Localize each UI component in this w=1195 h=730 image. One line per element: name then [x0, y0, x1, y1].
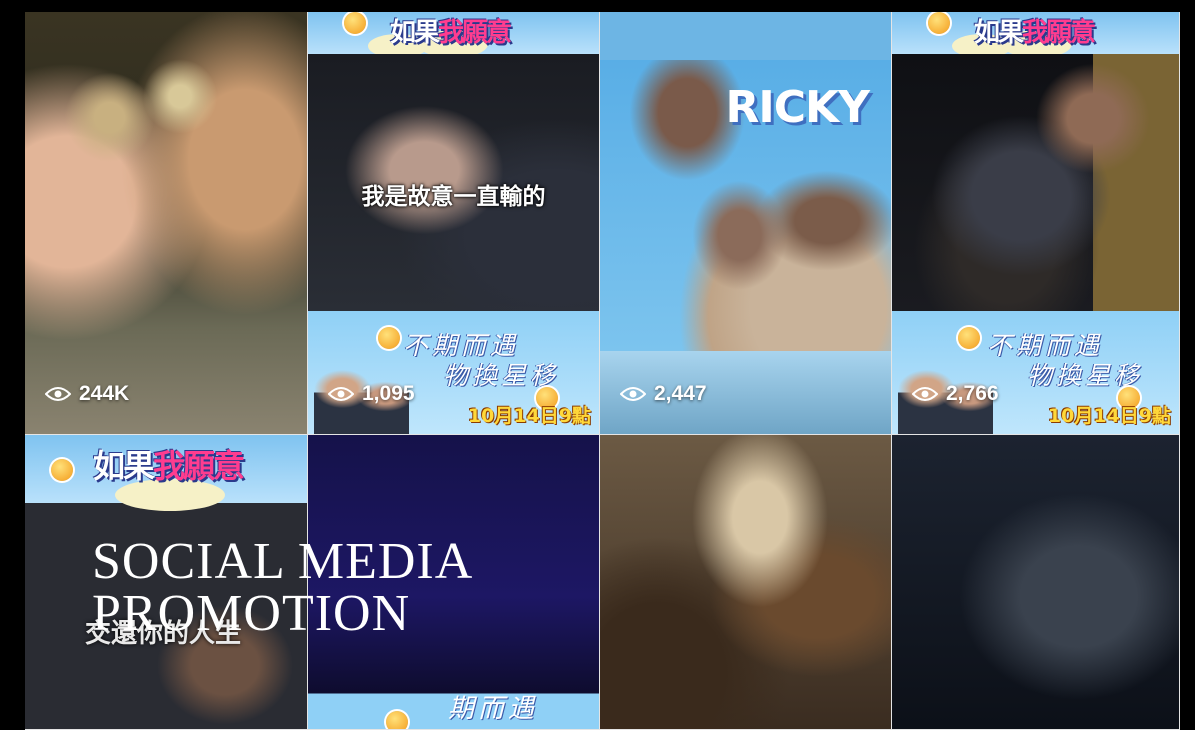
- show-banner: 如果我願意: [25, 435, 307, 511]
- video-tile-8[interactable]: [892, 435, 1180, 730]
- video-tile-7[interactable]: [600, 435, 892, 730]
- promo-title: 不期而遇 物換星移: [403, 331, 560, 390]
- dragon-ball-icon: [958, 327, 980, 349]
- dragon-ball-icon: [378, 327, 400, 349]
- view-count: 2,447: [620, 382, 707, 406]
- view-count-value: 2,766: [946, 382, 999, 405]
- video-tile-2[interactable]: 如果我願意 我是故意一直輸的 不期而遇 物換星移 10月14日9點 1,095: [308, 12, 600, 435]
- view-count: 244K: [45, 382, 129, 406]
- dragon-ball-icon: [344, 12, 366, 34]
- promo-date: 10月14日9點: [467, 405, 591, 427]
- eye-icon: [45, 387, 71, 401]
- dragon-ball-icon: [928, 12, 950, 34]
- video-tile-4[interactable]: 如果我願意 不期而遇 物換星移 10月14日9點 2,766: [892, 12, 1180, 435]
- show-logo: 如果我願意: [974, 18, 1096, 48]
- promo-title: 期而遇: [448, 694, 539, 724]
- show-logo: 如果我願意: [390, 18, 512, 48]
- show-banner: 如果我願意: [892, 12, 1179, 58]
- view-count-value: 1,095: [362, 382, 415, 405]
- show-logo: 如果我願意: [93, 447, 245, 485]
- dragon-ball-icon: [386, 711, 408, 729]
- promo-title: 不期而遇 物換星移: [987, 331, 1144, 390]
- view-count: 1,095: [328, 382, 415, 406]
- show-banner: 如果我願意: [308, 12, 599, 58]
- page-title: SOCIAL MEDIA PROMOTION: [92, 533, 474, 642]
- video-tile-1[interactable]: 244K: [25, 12, 308, 435]
- promo-banner: 不期而遇 物換星移 10月14日9點: [308, 311, 599, 434]
- poster-name: RICKY: [725, 82, 870, 133]
- eye-icon: [912, 387, 938, 401]
- view-count-value: 2,447: [654, 382, 707, 405]
- dragon-ball-icon: [51, 459, 73, 481]
- eye-icon: [620, 387, 646, 401]
- promo-banner: 不期而遇 物換星移 10月14日9點: [892, 311, 1179, 434]
- video-still: [892, 54, 1179, 312]
- eye-icon: [328, 387, 354, 401]
- promo-date: 10月14日9點: [1047, 405, 1171, 427]
- view-count: 2,766: [912, 382, 999, 406]
- video-caption: 我是故意一直輸的: [361, 184, 546, 210]
- view-count-value: 244K: [79, 382, 130, 405]
- video-tile-3[interactable]: RICKY 2,447: [600, 12, 892, 435]
